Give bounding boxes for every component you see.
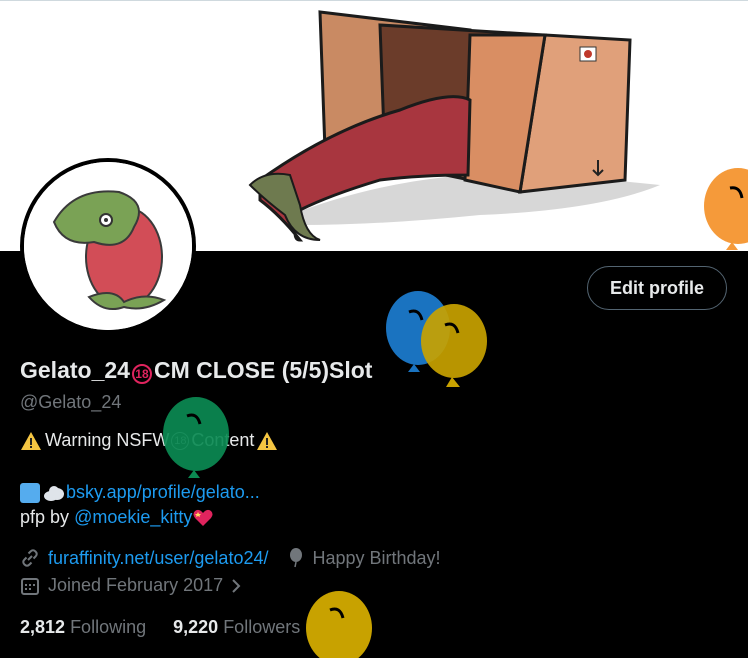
birthday-text: Happy Birthday! (312, 547, 441, 568)
sparkling-heart-icon (193, 509, 213, 526)
user-handle: @Gelato_24 (20, 392, 122, 412)
joined-row[interactable]: Joined February 2017 (20, 575, 243, 596)
balloon-decoration-green (163, 397, 229, 478)
bio-warning-line: Warning NSFW 18 Content (20, 430, 278, 451)
balloon-icon (290, 548, 303, 568)
joined-date: Joined February 2017 (48, 575, 224, 595)
followers-link[interactable]: 9,220 Followers (173, 617, 300, 637)
followers-count: 9,220 (173, 617, 219, 637)
link-icon (22, 549, 38, 567)
bio-warning-text-before: Warning NSFW (45, 430, 170, 450)
bsky-profile-link[interactable]: bsky.app/profile/gelato... (66, 482, 260, 503)
following-label: Following (70, 617, 147, 637)
website-link[interactable]: furaffinity.net/user/gelato24/ (48, 548, 268, 569)
warning-icon (21, 431, 41, 450)
following-link[interactable]: 2,812 Following (20, 617, 146, 637)
pfp-credit-mention-link[interactable]: @moekie_kitty (74, 507, 192, 528)
calendar-icon (21, 577, 39, 595)
bio-pfp-line: pfp by @moekie_kitty (20, 507, 214, 528)
balloon-decoration-gold (421, 304, 487, 387)
blue-square-icon (20, 482, 40, 503)
chevron-right-icon (232, 578, 241, 593)
no-under-18-icon: 18 (131, 364, 152, 384)
edit-profile-button[interactable]: Edit profile (587, 266, 727, 310)
balloon-decoration-gold-bottom (306, 591, 372, 658)
balloon-decoration-orange (704, 168, 748, 250)
following-count: 2,812 (20, 617, 66, 637)
profile-avatar[interactable] (20, 158, 196, 334)
bio-pfp-prefix: pfp by (20, 507, 70, 527)
display-name: Gelato_24 18 CM CLOSE (5/5)Slot (20, 357, 372, 384)
avatar-image (24, 162, 192, 330)
display-name-part2: CM CLOSE (5/5)Slot (153, 357, 373, 383)
profile-meta-row: furaffinity.net/user/gelato24/ Happy Bir… (20, 547, 441, 569)
cloud-icon (44, 485, 64, 501)
followers-label: Followers (223, 617, 301, 637)
display-name-part1: Gelato_24 (20, 357, 130, 383)
warning-icon (257, 431, 278, 450)
follow-stats: 2,812 Following 9,220 Followers (20, 617, 300, 638)
banner-top-divider (0, 0, 748, 1)
bio-bsky-line: bsky.app/profile/gelato... (20, 482, 260, 503)
